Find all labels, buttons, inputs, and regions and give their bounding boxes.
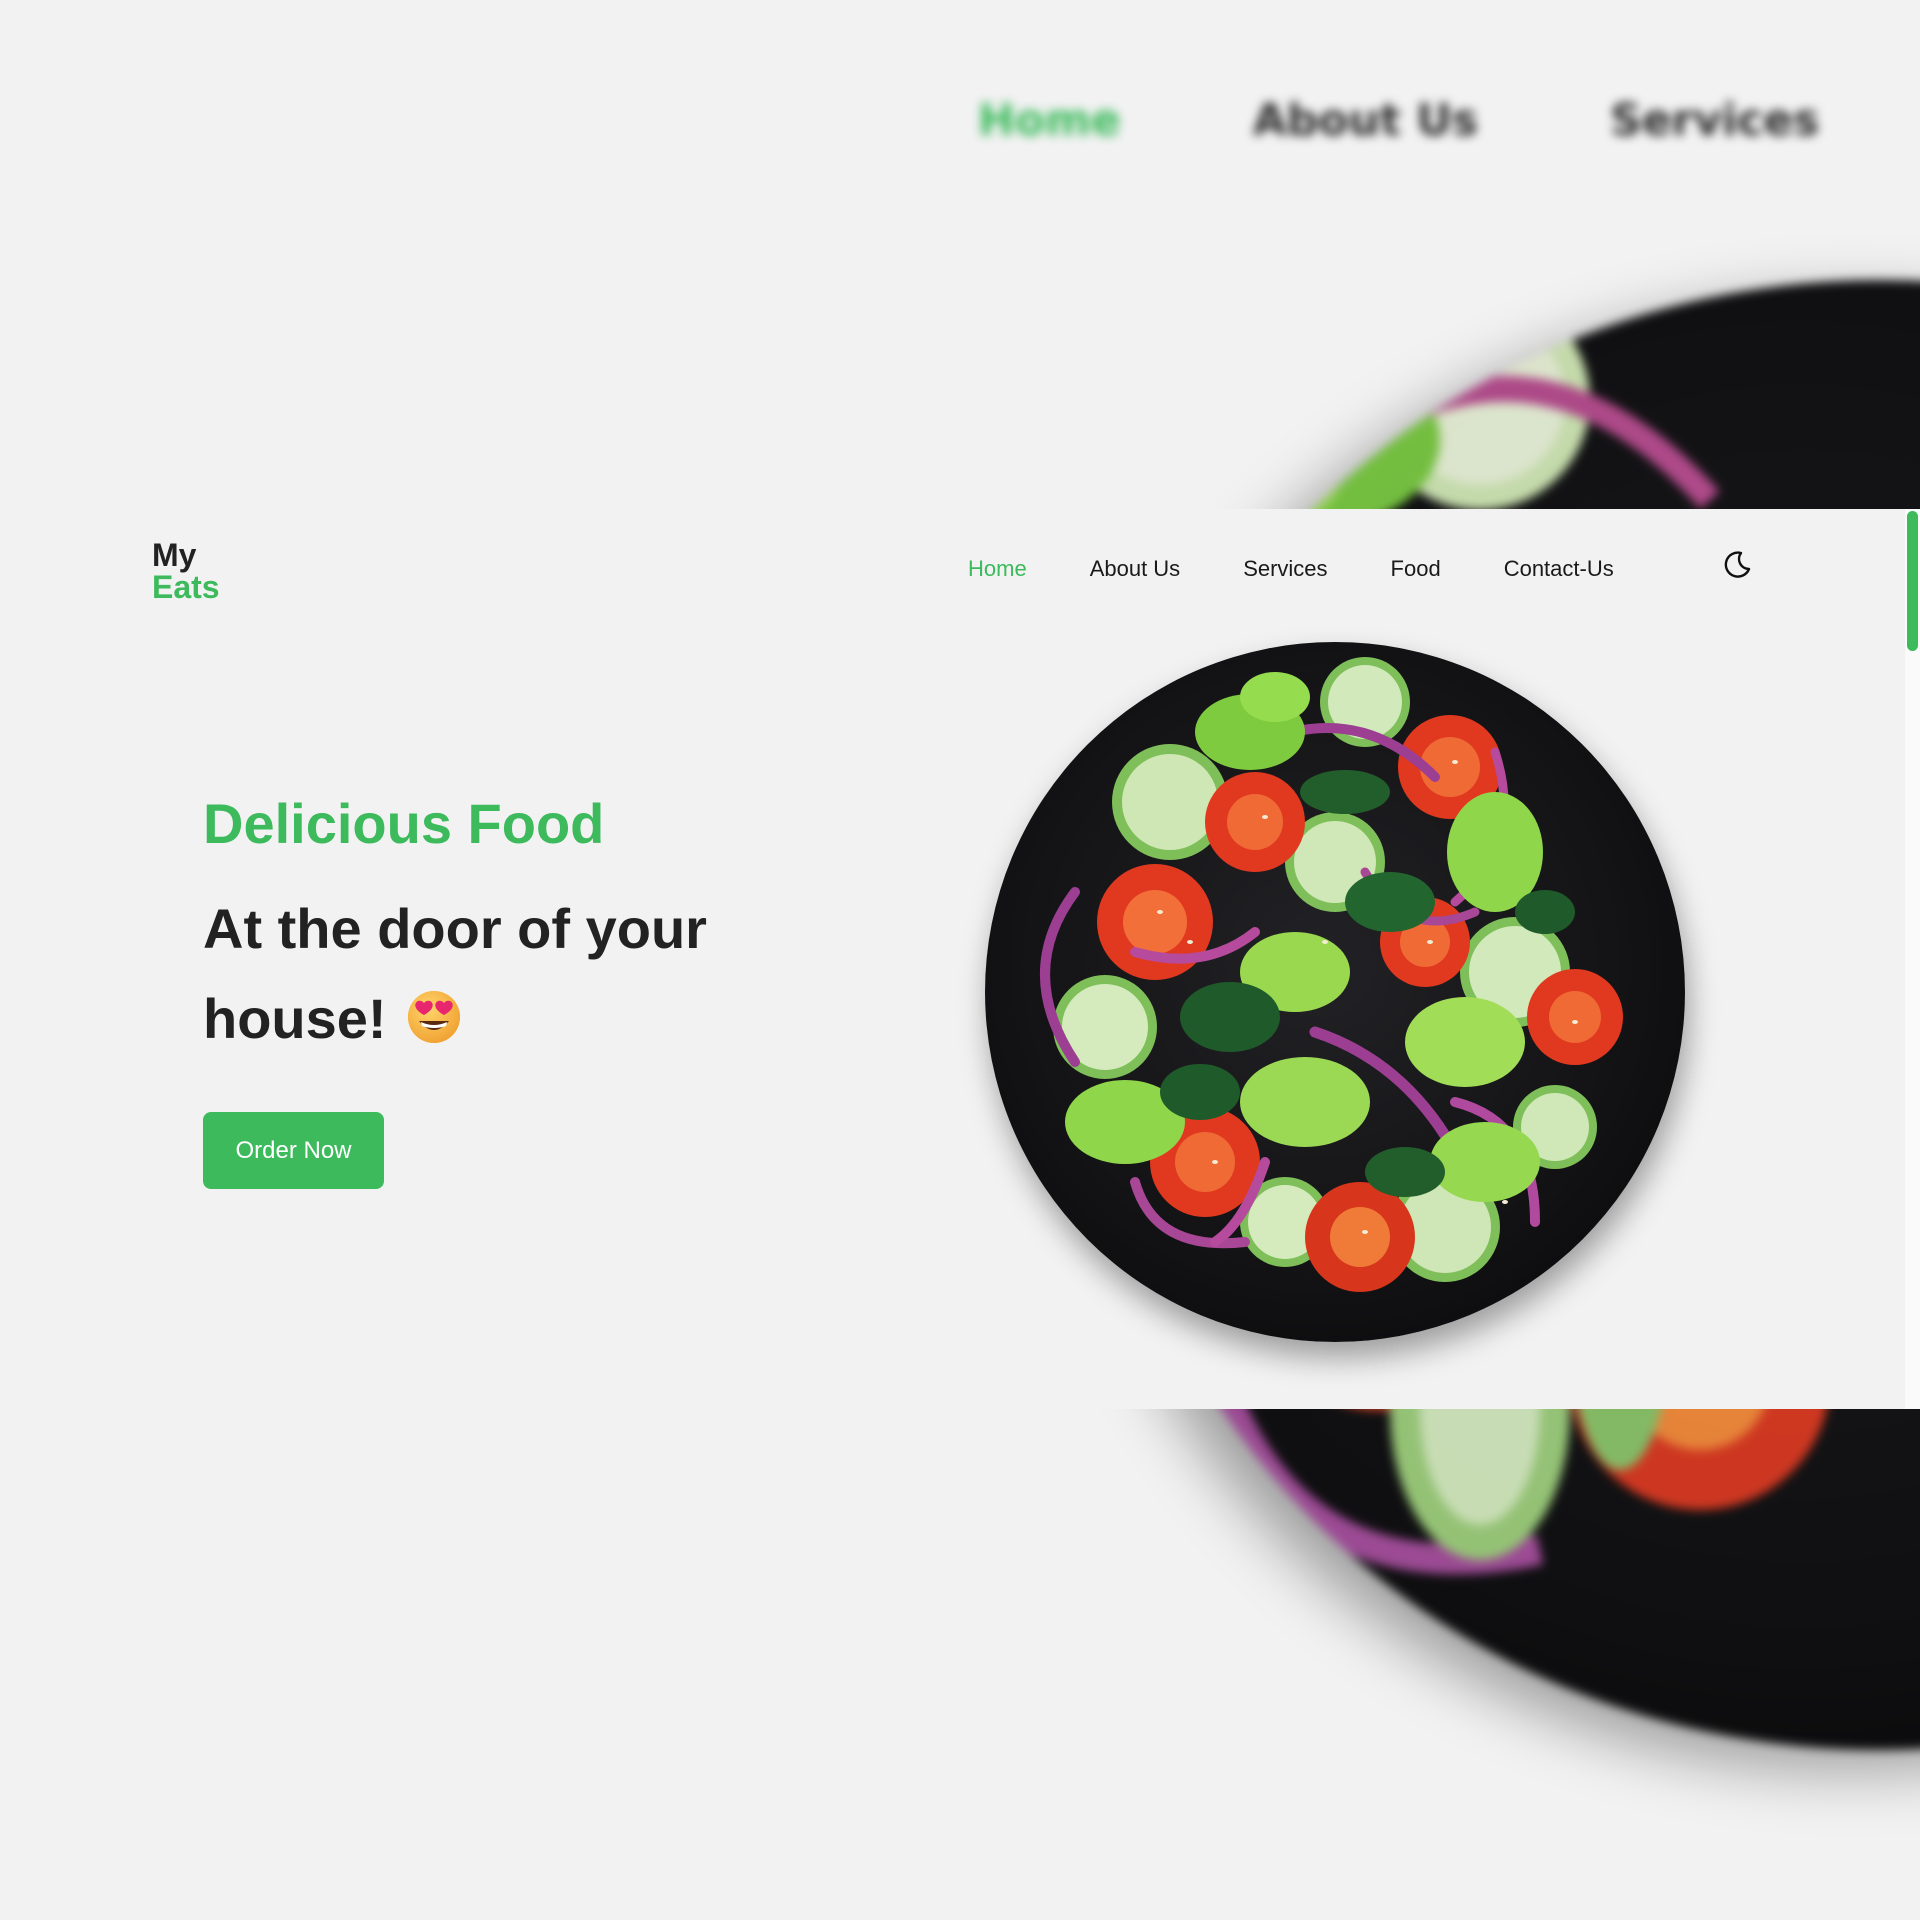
hero-card: My Eats Home About Us Services Food Cont… — [0, 509, 1920, 1409]
salad-bowl-image — [985, 642, 1685, 1342]
nav-item-services[interactable]: Services — [1243, 556, 1327, 582]
hero-subtitle: Delicious Food — [203, 792, 605, 855]
scrollbar[interactable] — [1905, 509, 1920, 1409]
star-struck-emoji-icon — [405, 982, 463, 1043]
background-nav: Home About Us Services — [978, 95, 1819, 146]
brand-line1: My — [152, 537, 197, 573]
nav-item-about-us[interactable]: About Us — [1090, 556, 1181, 582]
background-nav-about: About Us — [1252, 95, 1479, 146]
scrollbar-thumb[interactable] — [1907, 511, 1918, 651]
brand-line2: Eats — [152, 569, 220, 605]
order-now-button[interactable]: Order Now — [203, 1112, 384, 1189]
nav-item-home[interactable]: Home — [968, 556, 1027, 582]
page: Home About Us Services My Eats Home Abou… — [0, 0, 1920, 1920]
main-nav: Home About Us Services Food Contact-Us — [968, 556, 1677, 582]
background-nav-home: Home — [978, 95, 1121, 146]
background-nav-services: Services — [1610, 95, 1820, 146]
moon-icon[interactable] — [1722, 550, 1752, 580]
nav-item-food[interactable]: Food — [1391, 556, 1441, 582]
hero-title: At the door of your house! — [203, 884, 803, 1064]
nav-item-contact-us[interactable]: Contact-Us — [1504, 556, 1614, 582]
brand-logo[interactable]: My Eats — [152, 539, 220, 603]
